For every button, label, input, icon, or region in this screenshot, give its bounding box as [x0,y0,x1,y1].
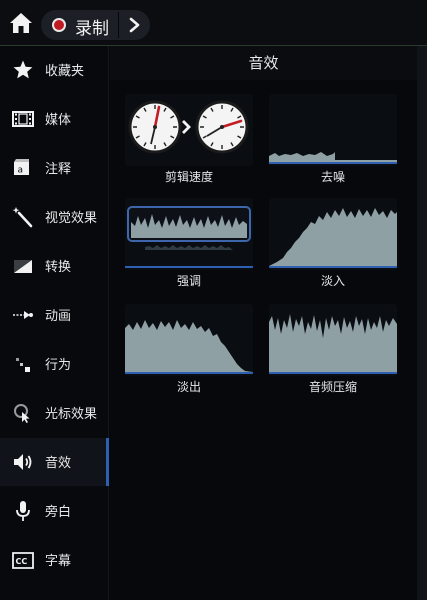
effect-label: 音频压缩 [308,380,357,394]
annotation-icon: a [11,156,35,180]
emphasize-thumbnail [125,198,253,270]
sidebar-item-audio-effects[interactable]: 音效 [0,438,109,486]
effect-tile-emphasize[interactable]: 强调 [123,198,255,296]
sidebar-item-visual-effects[interactable]: 视觉效果 [0,193,109,241]
sidebar-item-label: 转换 [45,260,72,275]
effect-tile-clip-speed[interactable]: 剪辑速度 [123,94,255,192]
sidebar-item-cursor-effects[interactable]: 光标效果 [0,389,109,437]
sidebar-item-label: 注释 [45,162,72,177]
effect-label: 淡入 [320,274,345,288]
record-button-label[interactable]: 录制 [75,14,109,39]
cursor-effect-icon [11,401,35,425]
animation-icon [11,303,35,327]
star-icon [11,58,35,82]
svg-text:a: a [18,166,24,176]
sidebar-item-captions[interactable]: CC 字幕 [0,536,109,584]
clock-icon [195,100,249,154]
sidebar-item-favorites[interactable]: 收藏夹 [0,46,109,94]
sidebar-item-voice-narration[interactable]: 旁白 [0,487,109,535]
home-icon[interactable] [8,11,34,35]
clock-icon [128,100,182,154]
behavior-icon [11,352,35,376]
audio-effects-panel: 音效 剪辑速度 去噪 强调 淡入 淡出 音频压缩 [110,46,427,600]
effect-label: 去噪 [320,170,345,184]
transition-icon [11,254,35,278]
fade-out-thumbnail [125,304,253,376]
sidebar-item-media[interactable]: 媒体 [0,95,109,143]
sidebar-item-label: 字幕 [45,554,72,569]
effect-label: 剪辑速度 [164,170,213,184]
fade-in-thumbnail [269,198,397,270]
record-button-group: 录制 [41,10,150,40]
clip-speed-thumbnail [125,94,253,166]
effect-tile-audio-compression[interactable]: 音频压缩 [267,304,399,402]
panel-title: 音效 [110,46,417,80]
sidebar-item-transitions[interactable]: 转换 [0,242,109,290]
top-toolbar: 录制 [0,0,427,46]
sidebar-item-behaviors[interactable]: 行为 [0,340,109,388]
sidebar-item-animations[interactable]: 动画 [0,291,109,339]
effect-label: 淡出 [176,380,201,394]
chevron-right-icon[interactable] [127,17,141,33]
microphone-icon [11,499,35,523]
sidebar-item-label: 音效 [45,456,72,471]
effect-label: 强调 [176,274,201,288]
effect-tile-fade-in[interactable]: 淡入 [267,198,399,296]
record-dot-icon[interactable] [52,18,66,32]
sidebar: 收藏夹 媒体 a 注释 视觉效果 转换 动画 行为 光标效果 音效 旁白 CC … [0,46,109,600]
pill-divider [118,12,119,38]
sidebar-item-label: 光标效果 [45,407,98,422]
film-icon [11,107,35,131]
noise-removal-thumbnail [269,94,397,166]
svg-text:CC: CC [16,557,28,566]
magic-wand-icon [11,205,35,229]
effect-tile-noise-removal[interactable]: 去噪 [267,94,399,192]
effect-tile-fade-out[interactable]: 淡出 [123,304,255,402]
sidebar-item-label: 收藏夹 [45,64,85,79]
audio-compression-thumbnail [269,304,397,376]
captions-icon: CC [11,548,35,572]
sidebar-item-annotations[interactable]: a 注释 [0,144,109,192]
sidebar-item-label: 动画 [45,309,72,324]
sidebar-item-label: 行为 [45,358,72,373]
sidebar-item-label: 媒体 [45,113,72,128]
speaker-icon [11,450,35,474]
scrollbar[interactable] [417,46,427,600]
sidebar-item-label: 旁白 [45,505,72,520]
sidebar-item-label: 视觉效果 [45,211,98,226]
